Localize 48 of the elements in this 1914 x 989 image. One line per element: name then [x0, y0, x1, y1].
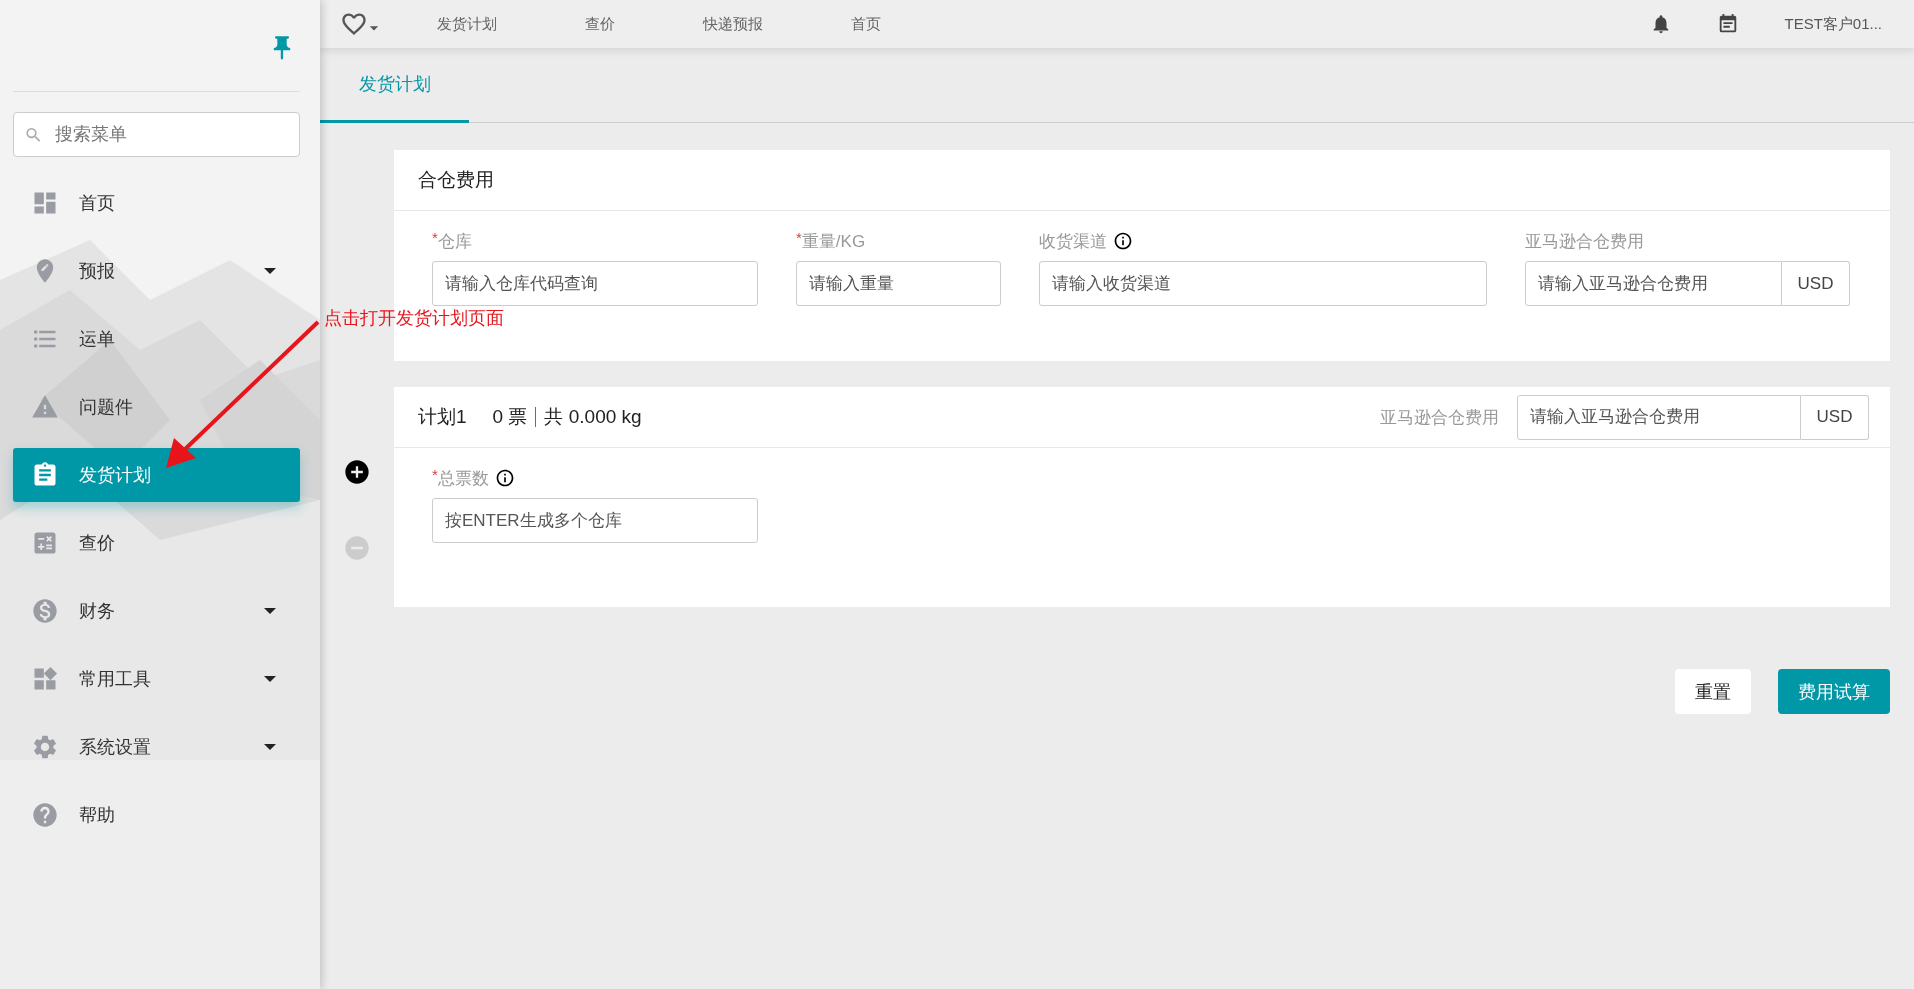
field-label: 重量/KG: [801, 230, 866, 253]
menu-item[interactable]: 查价: [13, 509, 300, 577]
input-field[interactable]: 请输入重量: [796, 261, 1001, 306]
menu-item[interactable]: 首页: [13, 169, 300, 237]
ticket-count: 0 票: [492, 405, 528, 429]
nav-link[interactable]: 快递预报: [666, 14, 799, 34]
menu-item[interactable]: 运单: [13, 305, 300, 373]
search-field[interactable]: 搜索菜单: [13, 112, 300, 157]
field-label: 亚马逊合仓费用: [1525, 230, 1644, 253]
warning-icon: [31, 393, 59, 421]
user-name[interactable]: TEST客户01...: [1784, 14, 1882, 34]
dollar-icon: [31, 597, 59, 625]
add-icon[interactable]: [343, 458, 371, 486]
field-label: 仓库: [437, 230, 472, 253]
input-field[interactable]: 按ENTER生成多个仓库: [432, 498, 758, 543]
currency-addon: USD: [1801, 394, 1869, 440]
input-field[interactable]: 请输入收货渠道: [1039, 261, 1487, 306]
reset-button[interactable]: 重置: [1675, 669, 1751, 714]
input-field[interactable]: 请输入亚马逊合仓费用: [1525, 261, 1782, 306]
required-mark: *: [432, 229, 438, 246]
nav-link[interactable]: 查价: [533, 14, 666, 34]
menu-item[interactable]: 系统设置: [13, 713, 300, 781]
field-label: 总票数: [437, 467, 489, 490]
info-icon[interactable]: [494, 468, 515, 488]
annotation-text: 点击打开发货计划页面: [324, 307, 504, 330]
currency-addon: USD: [1782, 261, 1850, 306]
plan-title: 计划1: [418, 405, 467, 429]
input-field[interactable]: 请输入仓库代码查询: [432, 261, 758, 306]
input-field[interactable]: 请输入亚马逊合仓费用: [1517, 394, 1801, 440]
info-icon[interactable]: [1113, 231, 1133, 251]
nav-link[interactable]: 发货计划: [400, 14, 533, 34]
required-mark: *: [796, 229, 802, 246]
nav-link[interactable]: 首页: [799, 14, 932, 34]
help-icon: [31, 801, 59, 829]
menu-item[interactable]: 财务: [13, 577, 300, 645]
menu-item[interactable]: 问题件: [13, 373, 300, 441]
menu-item[interactable]: 发货计划: [13, 448, 300, 502]
menu-item[interactable]: 预报: [13, 237, 300, 305]
field-label: 亚马逊合仓费用: [1380, 406, 1499, 429]
required-mark: *: [432, 466, 438, 483]
search-input[interactable]: 搜索菜单: [53, 123, 289, 146]
menu-item[interactable]: 帮助: [13, 781, 300, 849]
calculate-button[interactable]: 费用试算: [1778, 669, 1890, 714]
menu-item[interactable]: 常用工具: [13, 645, 300, 713]
settings-icon: [31, 733, 59, 761]
field-label: 收货渠道: [1039, 230, 1107, 253]
total-weight: 共 0.000 kg: [544, 405, 642, 429]
card-title: 合仓费用: [418, 168, 494, 192]
